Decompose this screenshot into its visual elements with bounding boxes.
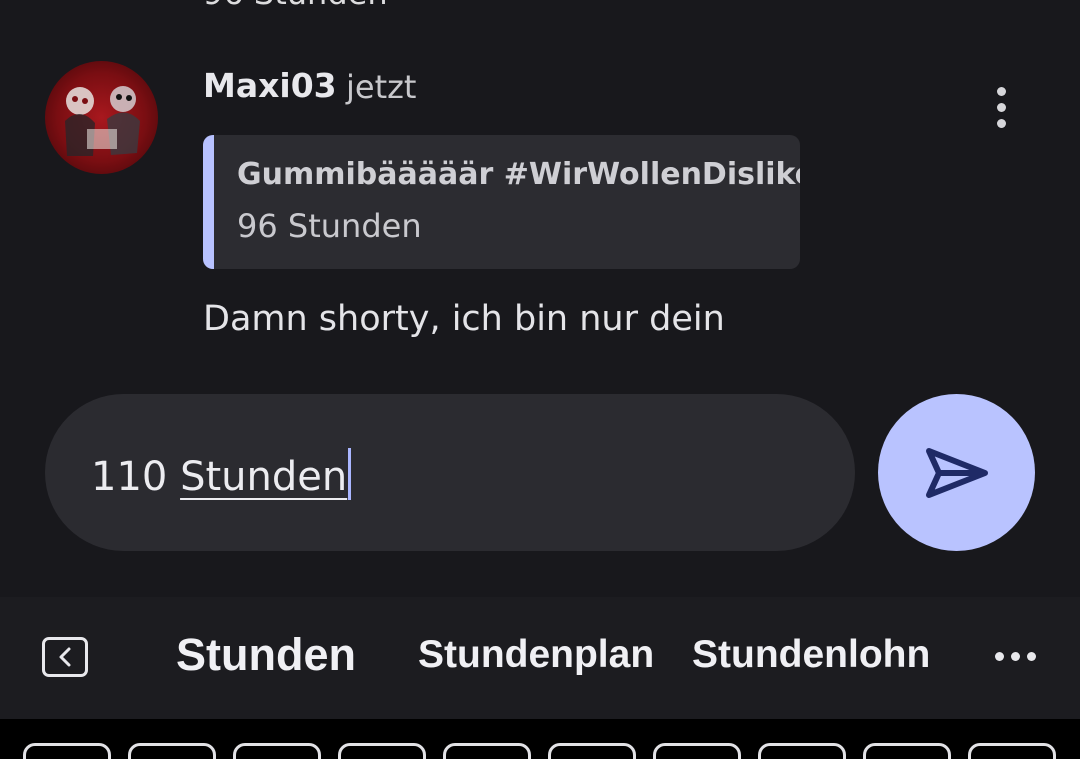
quoted-comment[interactable]: Gummibääääär #WirWollenDislikes 96 Stund… [203,135,800,269]
input-composing-word: Stunden [180,454,348,500]
comment-input[interactable]: 110 Stunden [45,394,855,551]
keyboard-key[interactable] [233,743,321,759]
text-caret [348,448,352,500]
keyboard-key[interactable] [968,743,1056,759]
keyboard-key[interactable] [338,743,426,759]
suggestion-stunden[interactable]: Stunden [176,629,356,681]
more-vert-icon[interactable] [980,84,1022,130]
chevron-left-icon[interactable] [42,637,88,677]
previous-message-text: 96 Stunden [203,0,388,12]
more-horiz-icon[interactable] [995,652,1036,661]
keyboard-key[interactable] [758,743,846,759]
quote-text: 96 Stunden [237,207,422,245]
keyboard-key[interactable] [653,743,741,759]
comment-body: Damn shorty, ich bin nur dein [203,299,725,339]
keyboard-key[interactable] [443,743,531,759]
keyboard-keys-row [0,719,1080,759]
keyboard-key[interactable] [863,743,951,759]
keyboard-key[interactable] [128,743,216,759]
suggestion-stundenlohn[interactable]: Stundenlohn [692,633,930,677]
input-value-prefix: 110 [91,454,181,500]
suggestion-stundenplan[interactable]: Stundenplan [418,633,654,677]
keyboard-key[interactable] [548,743,636,759]
quote-author: Gummibääääär #WirWollenDislikes [237,157,800,192]
keyboard-key[interactable] [23,743,111,759]
input-value[interactable]: 110 Stunden [91,448,352,500]
send-icon [925,447,988,498]
keyboard-suggestion-bar: Stunden Stundenplan Stundenlohn [0,597,1080,719]
comment-author[interactable]: Maxi03 [203,66,337,105]
avatar[interactable] [45,61,158,174]
comment-timestamp: jetzt [346,68,417,106]
quote-accent-bar [203,135,214,269]
app-screen: 96 Stunden Maxi03 jetzt Gummibääääär #Wi… [0,0,1080,759]
send-button[interactable] [878,394,1035,551]
